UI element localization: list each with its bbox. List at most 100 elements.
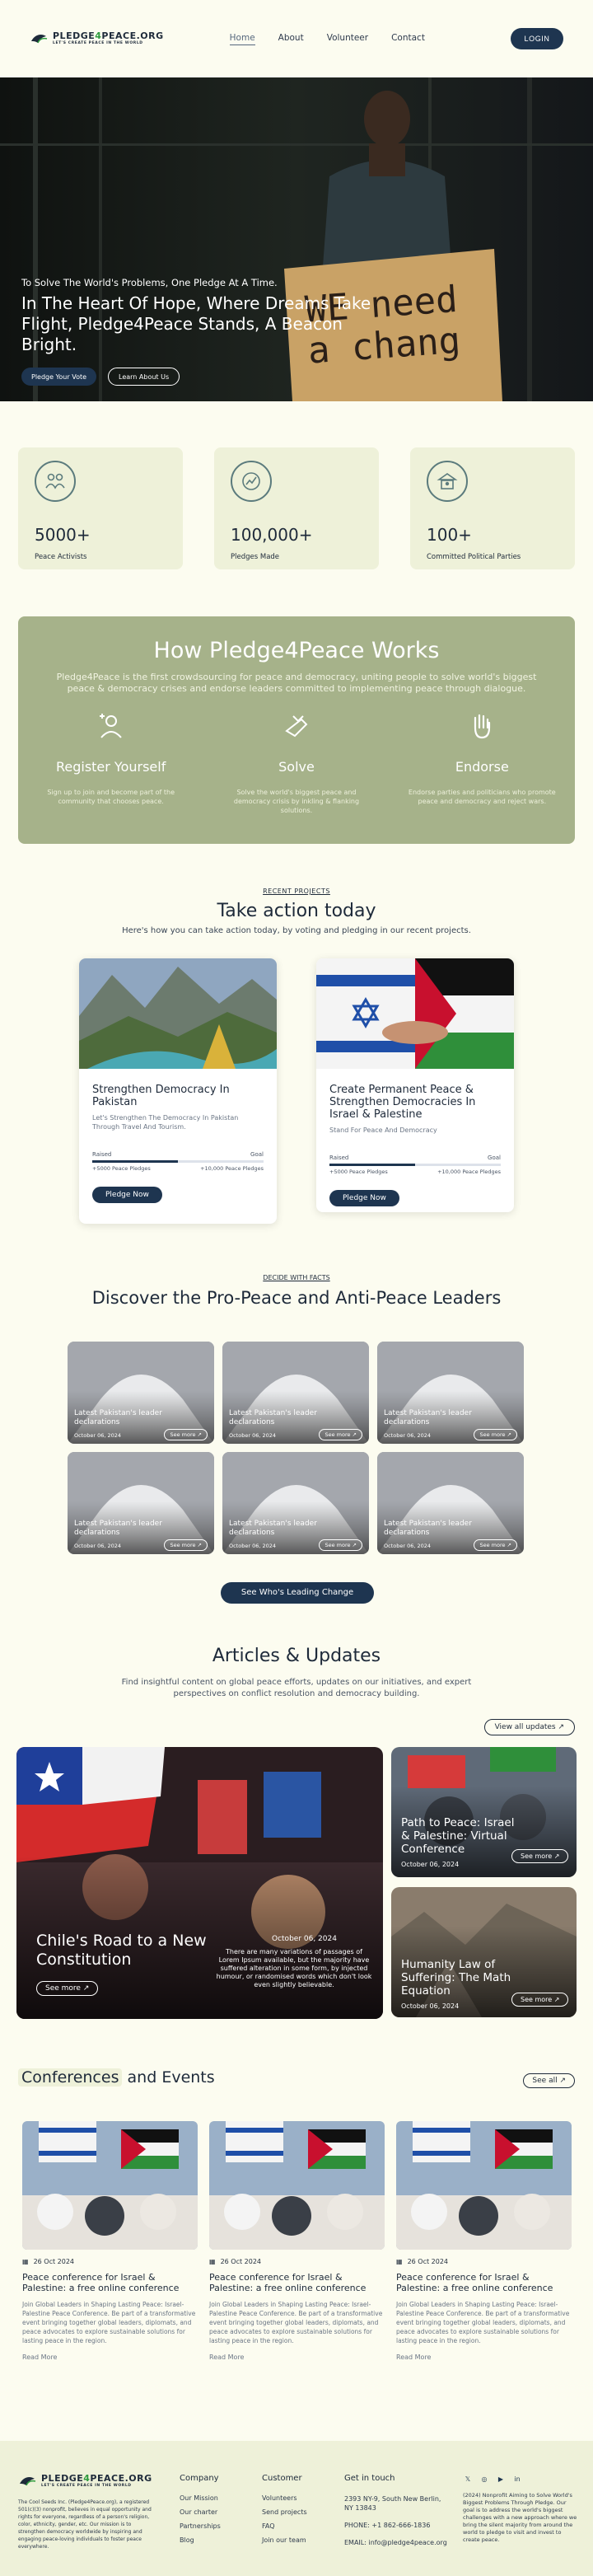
footer-link[interactable]: Partnerships [180, 2522, 221, 2530]
stat-value: 5000+ [35, 525, 91, 545]
leader-card[interactable]: Latest Pakistan's leader declarations Oc… [377, 1452, 524, 1554]
leader-card-date: October 06, 2024 [229, 1432, 277, 1439]
conference-image [22, 2121, 198, 2250]
raised-label: Raised [329, 1155, 349, 1161]
projects-subtitle: Here's how you can take action today, by… [122, 926, 471, 935]
footer-link[interactable]: Our charter [180, 2508, 221, 2516]
stat-value: 100+ [427, 525, 472, 545]
leader-card[interactable]: Latest Pakistan's leader declarations Oc… [68, 1452, 214, 1554]
learn-about-button[interactable]: Learn About Us [108, 368, 180, 386]
goal-value: +10,000 Peace Pledges [437, 1169, 501, 1175]
endorse-hand-icon [408, 710, 556, 742]
conference-card[interactable]: ▦ 26 Oct 2024 Peace conference for Israel… [396, 2121, 572, 2361]
how-step-desc: Solve the world's biggest peace and demo… [233, 789, 360, 814]
footer: PLEDGE4PEACE.ORG LET'S CREATE PEACE IN T… [0, 2441, 593, 2576]
footer-link[interactable]: Volunteers [262, 2494, 307, 2502]
stat-label: Pledges Made [231, 553, 280, 561]
leader-card[interactable]: Latest Pakistan's leader declarations Oc… [222, 1452, 369, 1554]
conference-date: ▦ 26 Oct 2024 [22, 2258, 75, 2265]
conference-desc: Join Global Leaders in Shaping Lasting P… [22, 2301, 196, 2344]
dove-icon [31, 35, 48, 44]
see-more-button[interactable]: See more ↗ [319, 1429, 362, 1440]
stat-card: 100+ Committed Political Parties [410, 447, 575, 569]
leader-card-date: October 06, 2024 [74, 1432, 122, 1439]
see-more-button[interactable]: See more ↗ [474, 1429, 517, 1440]
nav-volunteer[interactable]: Volunteer [327, 33, 368, 45]
footer-phone[interactable]: PHONE: +1 862-666-1836 [344, 2521, 451, 2530]
stat-card: 5000+ Peace Activists [18, 447, 183, 569]
pledge-now-button[interactable]: Pledge Now [92, 1187, 162, 1203]
read-more-link[interactable]: Read More [209, 2354, 385, 2361]
goal-label: Goal [250, 1151, 264, 1158]
footer-email[interactable]: EMAIL: info@pledge4peace.org [344, 2538, 451, 2547]
leader-card-title: Latest Pakistan's leader declarations [384, 1520, 472, 1537]
leader-card-title: Latest Pakistan's leader declarations [74, 1520, 162, 1537]
progress-fill [329, 1164, 415, 1166]
projects-title: Take action today [217, 901, 376, 921]
see-more-button[interactable]: See more ↗ [511, 1849, 569, 1863]
see-more-button[interactable]: See more ↗ [511, 1993, 569, 2007]
nav-links: Home About Volunteer Contact [229, 33, 425, 45]
article-date: October 06, 2024 [401, 2002, 460, 2010]
see-more-button[interactable]: See more ↗ [36, 1981, 99, 1996]
x-icon[interactable]: 𝕏 [463, 2474, 473, 2484]
how-it-works: How Pledge4Peace Works Pledge4Peace is t… [18, 616, 575, 844]
article-card[interactable]: Humanity Law of Suffering: The Math Equa… [391, 1887, 577, 2017]
linkedin-icon[interactable]: in [512, 2474, 522, 2484]
read-more-link[interactable]: Read More [396, 2354, 572, 2361]
see-more-button[interactable]: See more ↗ [319, 1539, 362, 1551]
see-all-button[interactable]: See all ↗ [523, 2073, 575, 2088]
footer-link[interactable]: Send projects [262, 2508, 307, 2516]
project-image [316, 958, 514, 1069]
footer-company: Company Our Mission Our charter Partners… [180, 2474, 221, 2550]
see-more-button[interactable]: See more ↗ [164, 1429, 208, 1440]
nav-about[interactable]: About [278, 33, 304, 45]
footer-link[interactable]: Our Mission [180, 2494, 221, 2502]
how-step-desc: Endorse parties and politicians who prom… [408, 789, 556, 805]
view-all-updates-button[interactable]: View all updates ↗ [483, 1719, 575, 1735]
leaders-kicker: DECIDE WITH FACTS [263, 1274, 330, 1281]
pledge-now-button[interactable]: Pledge Now [329, 1190, 399, 1206]
leader-card[interactable]: Latest Pakistan's leader declarations Oc… [222, 1342, 369, 1444]
read-more-link[interactable]: Read More [22, 2354, 198, 2361]
logo[interactable]: PLEDGE4PEACE.ORG LET'S CREATE PEACE IN T… [30, 31, 164, 46]
raised-label: Raised [92, 1151, 112, 1158]
leaders-grid: Latest Pakistan's leader declarations Oc… [68, 1342, 524, 1554]
instagram-icon[interactable]: ◎ [479, 2474, 489, 2484]
footer-col-title: Company [180, 2474, 219, 2483]
register-icon [37, 710, 185, 742]
conference-date: ▦ 26 Oct 2024 [396, 2258, 449, 2265]
hero: WE need a chang To Solve The World's Pro… [0, 77, 593, 401]
article-card[interactable]: Path to Peace: Israel & Palestine: Virtu… [391, 1747, 577, 1877]
nav-contact[interactable]: Contact [391, 33, 425, 45]
conference-card[interactable]: ▦ 26 Oct 2024 Peace conference for Israel… [22, 2121, 198, 2361]
goal-value: +10,000 Peace Pledges [200, 1165, 264, 1172]
see-more-button[interactable]: See more ↗ [164, 1539, 208, 1551]
youtube-icon[interactable]: ▶ [496, 2474, 506, 2484]
logo-title: PLEDGE4PEACE.ORG [53, 30, 164, 42]
conference-title: Peace conference for Israel & Palestine:… [209, 2272, 367, 2293]
nav-home[interactable]: Home [229, 33, 255, 45]
login-button[interactable]: LOGIN [511, 28, 563, 49]
project-card[interactable]: Strengthen Democracy In Pakistan Let's S… [79, 958, 277, 1224]
footer-link[interactable]: Blog [180, 2536, 221, 2544]
social-links: 𝕏 ◎ ▶ in [463, 2474, 578, 2484]
pledges-icon [231, 461, 272, 502]
leader-card[interactable]: Latest Pakistan's leader declarations Oc… [377, 1342, 524, 1444]
footer-link[interactable]: FAQ [262, 2522, 307, 2530]
leader-card[interactable]: Latest Pakistan's leader declarations Oc… [68, 1342, 214, 1444]
pledge-vote-button[interactable]: Pledge Your Vote [21, 368, 97, 386]
progress-bar [92, 1160, 264, 1163]
see-more-button[interactable]: See more ↗ [474, 1539, 517, 1551]
see-leading-change-button[interactable]: See Who's Leading Change [221, 1582, 374, 1604]
leader-card-title: Latest Pakistan's leader declarations [384, 1409, 472, 1426]
footer-link[interactable]: Join our team [262, 2536, 307, 2544]
conference-card[interactable]: ▦ 26 Oct 2024 Peace conference for Israel… [209, 2121, 385, 2361]
logo-tagline: LET'S CREATE PEACE IN THE WORLD [41, 2484, 132, 2489]
project-card[interactable]: Create Permanent Peace & Strengthen Demo… [316, 958, 514, 1212]
footer-logo[interactable]: PLEDGE4PEACE.ORG LET'S CREATE PEACE IN T… [18, 2474, 152, 2489]
footer-contact: Get in touch 2393 NY-9, South New Berlin… [344, 2474, 451, 2555]
how-step-title: Endorse [455, 759, 509, 775]
footer-address: 2393 NY-9, South New Berlin, NY 13843 [344, 2495, 441, 2512]
article-featured[interactable]: Chile's Road to a New Constitution Octob… [16, 1747, 383, 2019]
